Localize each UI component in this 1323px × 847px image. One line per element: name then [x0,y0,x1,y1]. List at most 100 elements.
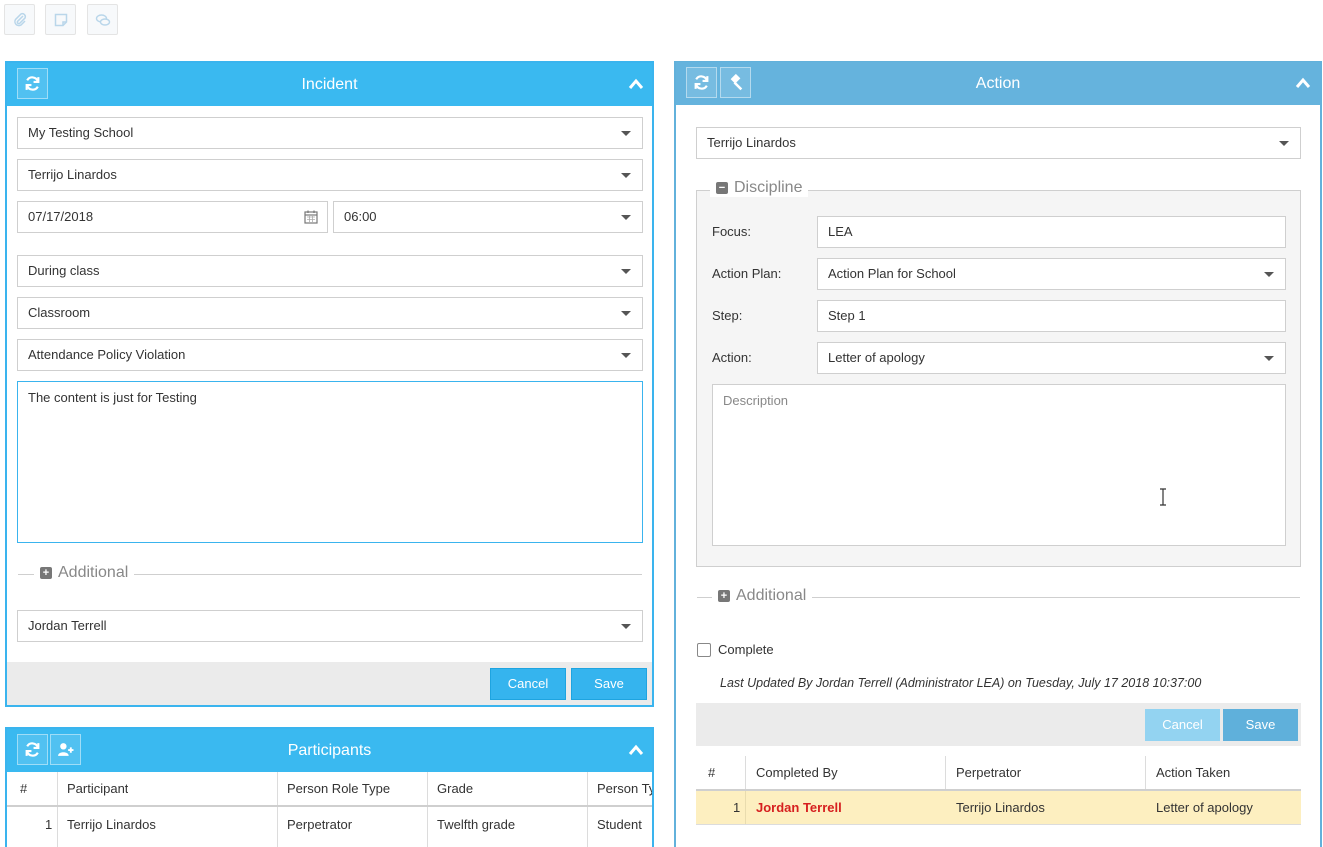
incident-title: Incident [301,76,358,93]
chevron-down-icon [621,215,631,220]
col-action-taken[interactable]: Action Taken [1156,765,1230,780]
table-row[interactable]: 1 Jordan Terrell Terrijo Linardos Letter… [696,791,1301,824]
participants-refresh-button[interactable] [17,734,48,765]
calendar-icon[interactable] [304,210,318,224]
row-role: Perpetrator [287,817,353,832]
person-select[interactable]: Terrijo Linardos [17,159,643,191]
focus-label: Focus: [712,224,752,239]
incident-description-textarea[interactable]: The content is just for Testing [17,381,643,543]
col-perpetrator[interactable]: Perpetrator [956,765,1021,780]
participants-header: Participants [7,729,652,772]
action-panel: Action Terrijo Linardos − Discipline Foc… [674,61,1322,847]
chevron-down-icon [1264,356,1274,361]
step-label: Step: [712,308,743,323]
row-action-taken: Letter of apology [1156,800,1253,815]
col-person-type[interactable]: Person Ty [597,781,652,796]
discipline-label: Discipline [734,179,803,196]
action-select[interactable]: Letter of apology [817,342,1286,374]
discipline-toggle[interactable]: − Discipline [710,179,809,197]
action-plan-select[interactable]: Action Plan for School [817,258,1286,290]
col-number: # [708,765,716,780]
col-divider [587,772,588,847]
col-divider [427,772,428,847]
focus-value: LEA [828,224,853,239]
action-label: Action: [712,350,752,365]
plus-square-icon: + [718,590,730,602]
action-additional-label: Additional [736,587,807,604]
action-cancel-button[interactable]: Cancel [1145,709,1220,741]
complete-checkbox[interactable] [697,643,711,657]
behavior-select[interactable]: Attendance Policy Violation [17,339,643,371]
behavior-value: Attendance Policy Violation [28,347,186,362]
participants-panel: Participants # Participant Person Role T… [5,727,654,847]
gavel-button[interactable] [720,67,751,98]
row-participant: Terrijo Linardos [67,817,156,832]
action-save-button[interactable]: Save [1223,709,1298,741]
date-value: 07/17/2018 [28,209,94,224]
focus-field[interactable]: LEA [817,216,1286,248]
school-value: My Testing School [28,125,134,140]
minus-square-icon: − [716,182,728,194]
action-title: Action [975,75,1021,92]
incident-cancel-button[interactable]: Cancel [490,668,566,700]
step-field[interactable]: Step 1 [817,300,1286,332]
time-select[interactable]: 06:00 [333,201,643,233]
chevron-down-icon [621,311,631,316]
collapse-chevron-icon[interactable] [628,77,644,91]
reported-by-select[interactable]: Jordan Terrell [17,610,643,642]
additional-toggle[interactable]: + Additional [34,564,135,582]
header-divider [7,805,652,807]
col-divider [57,772,58,847]
incident-refresh-button[interactable] [17,68,48,99]
location-select[interactable]: Classroom [17,297,643,329]
collapse-chevron-icon[interactable] [628,743,644,757]
row-number: 1 [45,817,53,832]
school-select[interactable]: My Testing School [17,117,643,149]
add-participant-button[interactable] [50,734,81,765]
gavel-icon [730,74,743,91]
action-description-textarea[interactable]: Description [712,384,1286,546]
chevron-down-icon [1264,272,1274,277]
when-select[interactable]: During class [17,255,643,287]
text-cursor-icon [1160,488,1166,506]
attach-button[interactable] [4,4,35,35]
chevron-down-icon [621,353,631,358]
chevron-down-icon [621,269,631,274]
col-completed-by[interactable]: Completed By [756,765,838,780]
incident-save-button[interactable]: Save [571,668,647,700]
col-number: # [20,781,28,796]
chevron-down-icon [621,624,631,629]
action-additional-toggle[interactable]: + Additional [712,587,813,605]
incident-header: Incident [7,63,652,106]
additional-label: Additional [58,564,129,581]
action-plan-label: Action Plan: [712,266,782,281]
comments-button[interactable] [87,4,118,35]
incident-footer: Cancel Save [7,662,652,705]
sticky-note-icon [54,13,67,26]
action-footer: Cancel Save [696,703,1301,746]
location-value: Classroom [28,305,91,320]
action-refresh-button[interactable] [686,67,717,98]
col-divider [1145,756,1146,791]
collapse-chevron-icon[interactable] [1295,76,1311,90]
note-button[interactable] [45,4,76,35]
reported-by-value: Jordan Terrell [28,618,107,633]
date-field[interactable]: 07/17/2018 [17,201,328,233]
add-user-icon [58,743,74,756]
action-plan-value: Action Plan for School [828,266,956,281]
chevron-down-icon [621,131,631,136]
action-person-value: Terrijo Linardos [707,135,796,150]
when-value: During class [28,263,100,278]
action-person-select[interactable]: Terrijo Linardos [696,127,1301,159]
person-value: Terrijo Linardos [28,167,117,182]
row-number: 1 [733,800,741,815]
comments-icon [95,13,110,26]
action-header: Action [676,62,1320,105]
col-grade[interactable]: Grade [437,781,473,796]
incident-panel: Incident My Testing School Terrijo Linar… [5,61,654,707]
col-participant[interactable]: Participant [67,781,128,796]
plus-square-icon: + [40,567,52,579]
last-updated-text: Last Updated By Jordan Terrell (Administ… [720,676,1202,690]
complete-label[interactable]: Complete [718,642,774,657]
col-role-type[interactable]: Person Role Type [287,781,390,796]
